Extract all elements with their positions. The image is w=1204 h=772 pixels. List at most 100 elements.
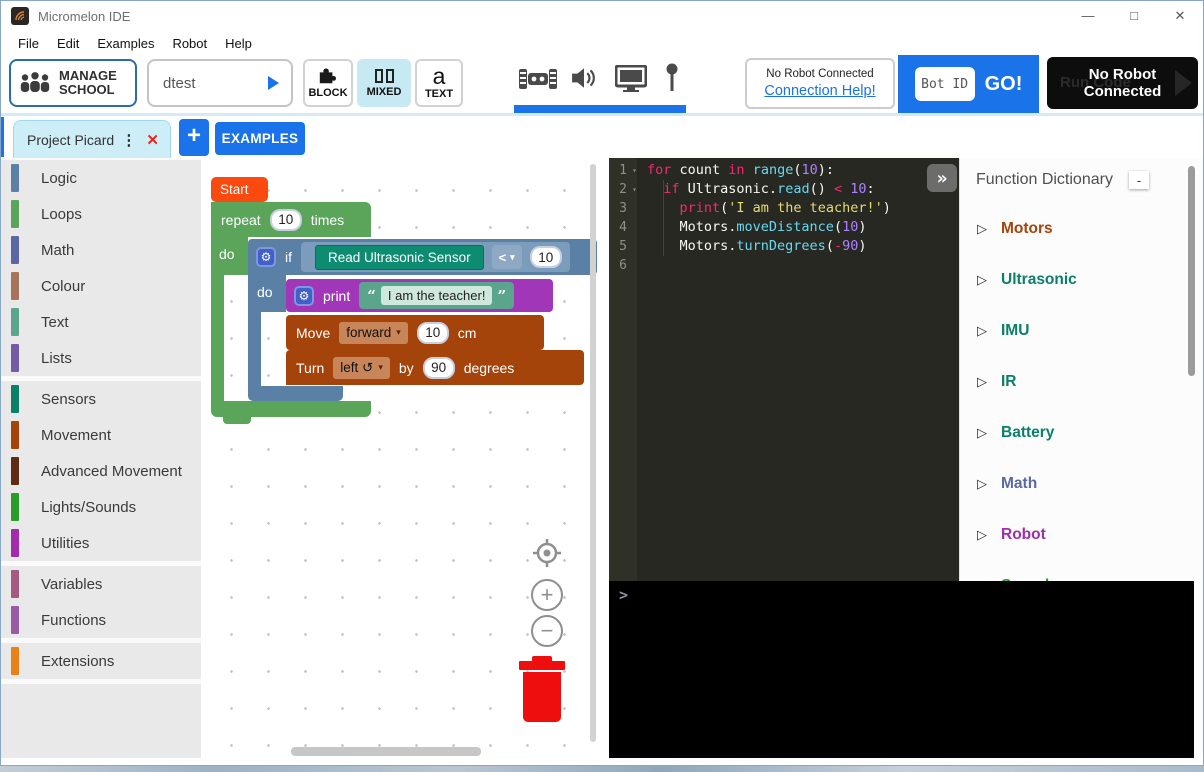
menu-item-edit[interactable]: Edit: [48, 36, 88, 51]
palette-category-text[interactable]: Text: [1, 304, 201, 340]
add-project-button[interactable]: +: [179, 119, 209, 156]
tab-menu-icon[interactable]: ⋮: [119, 131, 138, 149]
light-pin-icon[interactable]: [665, 63, 679, 98]
tab-close-icon[interactable]: ✕: [146, 131, 159, 149]
read-ultrasonic-sensor-block[interactable]: Read Ultrasonic Sensor: [315, 245, 484, 270]
gutter-line-3[interactable]: 3: [609, 199, 637, 218]
speaker-icon[interactable]: [569, 65, 599, 96]
palette-category-lights-sounds[interactable]: Lights/Sounds: [1, 489, 201, 525]
project-tab[interactable]: Project Picard ⋮ ✕: [13, 120, 171, 158]
expand-triangle-icon[interactable]: ▷: [977, 323, 987, 339]
palette-category-lists[interactable]: Lists: [1, 340, 201, 376]
trash-icon[interactable]: [519, 656, 565, 722]
gutter-line-2[interactable]: 2▾: [609, 180, 637, 199]
dictionary-item-math[interactable]: ▷Math: [960, 458, 1204, 509]
minimize-button[interactable]: —: [1065, 1, 1111, 31]
code-line-2[interactable]: if Ultrasonic.read() < 10:: [647, 180, 959, 199]
menu-item-robot[interactable]: Robot: [163, 36, 216, 51]
operator-dropdown[interactable]: < ▾: [492, 245, 522, 269]
dictionary-item-ultrasonic[interactable]: ▷Ultrasonic: [960, 254, 1204, 305]
code-line-5[interactable]: Motors.turnDegrees(-90): [647, 237, 959, 256]
project-select[interactable]: dtest: [147, 59, 293, 107]
manage-school-button[interactable]: MANAGE SCHOOL: [9, 59, 137, 107]
move-block[interactable]: Move forward ▾ 10 cm: [286, 315, 544, 350]
fold-caret-icon[interactable]: ▾: [632, 161, 637, 180]
palette-category-movement[interactable]: Movement: [1, 417, 201, 453]
expand-triangle-icon[interactable]: ▷: [977, 476, 987, 492]
examples-button[interactable]: EXAMPLES: [215, 122, 305, 155]
palette-category-math[interactable]: Math: [1, 232, 201, 268]
robot-rover-icon[interactable]: [517, 63, 559, 100]
menu-item-help[interactable]: Help: [216, 36, 261, 51]
mode-block-button[interactable]: BLOCK: [303, 59, 353, 107]
palette-category-extensions[interactable]: Extensions: [1, 643, 201, 679]
turn-block[interactable]: Turn left ↺ ▾ by 90 degrees: [286, 350, 584, 385]
expand-triangle-icon[interactable]: ▷: [977, 272, 987, 288]
start-block[interactable]: Start: [211, 177, 268, 202]
dictionary-scrollbar[interactable]: [1188, 166, 1195, 376]
palette-category-logic[interactable]: Logic: [1, 160, 201, 196]
connection-help-link[interactable]: Connection Help!: [764, 83, 875, 99]
code-line-4[interactable]: Motors.moveDistance(10): [647, 218, 959, 237]
console-panel[interactable]: >: [609, 581, 1194, 758]
zoom-in-button[interactable]: +: [531, 579, 563, 611]
run-code-button[interactable]: Run Code No Robot Connected: [1047, 57, 1198, 109]
bot-id-input[interactable]: Bot ID: [915, 67, 975, 101]
fold-caret-icon[interactable]: ▾: [632, 180, 637, 199]
gutter-line-6[interactable]: 6: [609, 256, 637, 275]
zoom-out-button[interactable]: −: [531, 615, 563, 647]
gutter-line-5[interactable]: 5: [609, 237, 637, 256]
dictionary-item-imu[interactable]: ▷IMU: [960, 305, 1204, 356]
repeat-count-field[interactable]: 10: [270, 209, 302, 231]
expand-triangle-icon[interactable]: ▷: [977, 527, 987, 543]
editor-code-area[interactable]: for count in range(10): if Ultrasonic.re…: [647, 161, 959, 275]
palette-category-functions[interactable]: Functions: [1, 602, 201, 638]
string-block[interactable]: “ I am the teacher! ”: [359, 282, 514, 309]
dictionary-item-motors[interactable]: ▷Motors: [960, 203, 1204, 254]
dictionary-item-ir[interactable]: ▷IR: [960, 356, 1204, 407]
palette-category-loops[interactable]: Loops: [1, 196, 201, 232]
expand-triangle-icon[interactable]: ▷: [977, 425, 987, 441]
turn-direction-dropdown[interactable]: left ↺ ▾: [333, 357, 390, 379]
turn-degrees-field[interactable]: 90: [423, 357, 455, 379]
close-button[interactable]: ✕: [1157, 1, 1203, 31]
go-button[interactable]: GO!: [985, 73, 1023, 96]
zoom-reset-button[interactable]: [531, 537, 563, 569]
move-direction-dropdown[interactable]: forward ▾: [339, 322, 408, 344]
mode-text-button[interactable]: a TEXT: [415, 59, 463, 107]
comparison-block[interactable]: Read Ultrasonic Sensor < ▾ 10: [301, 242, 570, 272]
palette-category-sensors[interactable]: Sensors: [1, 381, 201, 417]
code-line-1[interactable]: for count in range(10):: [647, 161, 959, 180]
repeat-block[interactable]: repeat 10 times: [211, 202, 371, 237]
gutter-line-1[interactable]: 1▾: [609, 161, 637, 180]
mutator-gear-icon[interactable]: ⚙: [294, 286, 314, 306]
screen-icon[interactable]: [615, 65, 647, 97]
mutator-gear-icon[interactable]: ⚙: [256, 247, 276, 267]
palette-category-advanced-movement[interactable]: Advanced Movement: [1, 453, 201, 489]
blockly-workspace[interactable]: Start repeat 10 times do ⚙ if Read Ultra…: [201, 158, 597, 758]
expand-triangle-icon[interactable]: ▷: [977, 221, 987, 237]
code-line-6[interactable]: [647, 256, 959, 275]
palette-category-colour[interactable]: Colour: [1, 268, 201, 304]
dictionary-minimize-button[interactable]: -: [1129, 171, 1149, 189]
palette-category-variables[interactable]: Variables: [1, 566, 201, 602]
if-block[interactable]: ⚙ if Read Ultrasonic Sensor < ▾ 10: [248, 239, 597, 275]
menu-item-file[interactable]: File: [9, 36, 48, 51]
menu-item-examples[interactable]: Examples: [88, 36, 163, 51]
mode-mixed-button[interactable]: MIXED: [357, 59, 411, 107]
print-block[interactable]: ⚙ print “ I am the teacher! ”: [286, 279, 553, 312]
move-distance-field[interactable]: 10: [417, 322, 449, 344]
gutter-line-4[interactable]: 4: [609, 218, 637, 237]
workspace-horizontal-scrollbar[interactable]: [291, 747, 481, 756]
dictionary-item-battery[interactable]: ▷Battery: [960, 407, 1204, 458]
palette-category-utilities[interactable]: Utilities: [1, 525, 201, 561]
maximize-button[interactable]: □: [1111, 1, 1157, 31]
compare-value-field[interactable]: 10: [530, 246, 562, 268]
code-line-3[interactable]: print('I am the teacher!'): [647, 199, 959, 218]
editor-collapse-button[interactable]: »: [927, 164, 957, 192]
dictionary-item-robot[interactable]: ▷Robot: [960, 509, 1204, 560]
workspace-vertical-scrollbar[interactable]: [590, 164, 596, 742]
code-editor[interactable]: 1▾2▾3456 for count in range(10): if Ultr…: [609, 158, 959, 581]
string-value-field[interactable]: I am the teacher!: [381, 286, 493, 305]
expand-triangle-icon[interactable]: ▷: [977, 374, 987, 390]
